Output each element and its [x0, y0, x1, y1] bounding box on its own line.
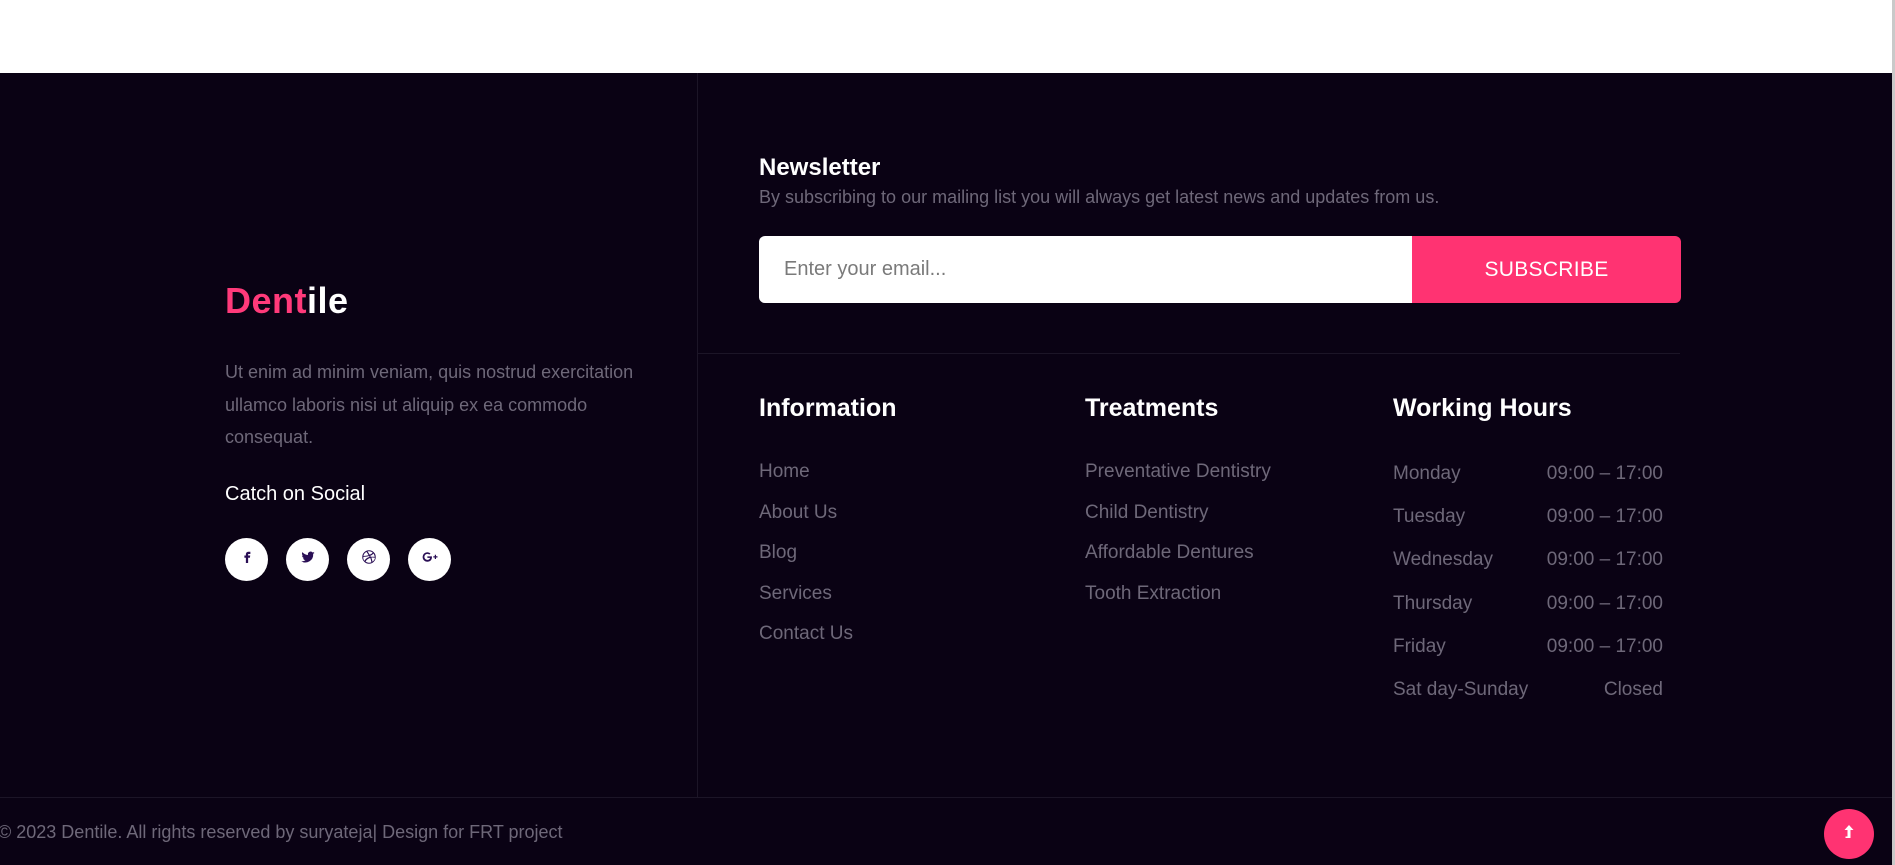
dribbble-button[interactable] — [347, 538, 390, 581]
top-content-area — [0, 0, 1895, 73]
hours-time: Closed — [1603, 678, 1663, 700]
page: Dentile Ut enim ad minim veniam, quis no… — [0, 0, 1895, 865]
treatments-links: Preventative Dentistry Child Dentistry A… — [1085, 461, 1271, 623]
treatments-title: Treatments — [1085, 394, 1219, 422]
information-title: Information — [759, 394, 897, 422]
hours-time: 09:00 – 17:00 — [1546, 506, 1663, 528]
newsletter-form: SUBSCRIBE — [759, 236, 1681, 303]
about-text: Ut enim ad minim veniam, quis nostrud ex… — [225, 362, 634, 447]
information-links: Home About Us Blog Services Contact Us — [759, 461, 853, 664]
hours-time: 09:00 – 17:00 — [1546, 463, 1663, 484]
google-plus-icon — [421, 548, 439, 571]
newsletter-title: Newsletter — [759, 154, 881, 181]
hours-row: Sat day-Sunday Closed — [1393, 679, 1663, 722]
newsletter-subtitle: By subscribing to our mailing list you w… — [759, 187, 1440, 207]
working-hours-title: Working Hours — [1393, 394, 1572, 422]
treatment-link[interactable]: Preventative Dentistry — [1085, 461, 1271, 502]
hours-row: Monday 09:00 – 17:00 — [1393, 463, 1663, 506]
subscribe-button[interactable]: SUBSCRIBE — [1412, 236, 1681, 303]
copyright-text: © 2023 Dentile. All rights reserved by s… — [0, 822, 563, 842]
twitter-button[interactable] — [286, 538, 329, 581]
brand-logo-part2: ile — [307, 280, 349, 321]
hours-day: Tuesday — [1393, 506, 1466, 528]
bottom-divider — [0, 797, 1892, 798]
information-link[interactable]: Services — [759, 583, 853, 624]
hours-day: Sat day-Sunday — [1393, 678, 1529, 700]
hours-time: 09:00 – 17:00 — [1546, 592, 1663, 614]
information-link[interactable]: Blog — [759, 542, 853, 583]
brand-logo-part1: Dent — [225, 280, 307, 321]
google-plus-button[interactable] — [408, 538, 451, 581]
horizontal-divider — [698, 353, 1680, 354]
hours-row: Friday 09:00 – 17:00 — [1393, 636, 1663, 679]
hours-time: 09:00 – 17:00 — [1546, 635, 1663, 657]
hours-time: 09:00 – 17:00 — [1546, 549, 1663, 571]
dribbble-icon — [360, 548, 378, 571]
information-link[interactable]: About Us — [759, 502, 853, 543]
hours-day: Monday — [1393, 463, 1461, 484]
information-link[interactable]: Home — [759, 461, 853, 502]
facebook-icon — [238, 548, 256, 571]
hours-row: Wednesday 09:00 – 17:00 — [1393, 549, 1663, 592]
working-hours-table: Monday 09:00 – 17:00 Tuesday 09:00 – 17:… — [1393, 463, 1663, 722]
vertical-divider — [697, 73, 698, 797]
hours-day: Thursday — [1393, 592, 1473, 614]
hours-row: Thursday 09:00 – 17:00 — [1393, 593, 1663, 636]
arrow-up-icon — [1841, 824, 1857, 845]
email-input[interactable] — [759, 236, 1412, 303]
back-to-top-button[interactable] — [1824, 809, 1874, 859]
brand-logo[interactable]: Dentile — [225, 280, 349, 322]
hours-day: Wednesday — [1393, 549, 1493, 571]
social-links — [225, 538, 451, 581]
treatment-link[interactable]: Affordable Dentures — [1085, 542, 1271, 583]
twitter-icon — [299, 548, 317, 571]
hours-row: Tuesday 09:00 – 17:00 — [1393, 506, 1663, 549]
treatment-link[interactable]: Child Dentistry — [1085, 502, 1271, 543]
hours-day: Friday — [1393, 635, 1446, 657]
information-link[interactable]: Contact Us — [759, 623, 853, 664]
treatment-link[interactable]: Tooth Extraction — [1085, 583, 1271, 624]
site-footer: Dentile Ut enim ad minim veniam, quis no… — [0, 73, 1892, 865]
facebook-button[interactable] — [225, 538, 268, 581]
social-title: Catch on Social — [225, 483, 366, 505]
